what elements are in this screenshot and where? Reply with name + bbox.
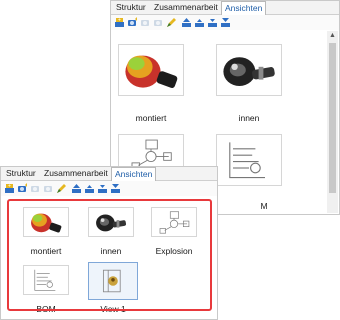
camera-disabled-icon[interactable] (30, 183, 41, 194)
move-up-icon[interactable] (194, 17, 205, 28)
camera-disabled-2-icon[interactable] (43, 183, 54, 194)
view-thumbnail-innen[interactable] (216, 44, 282, 96)
svg-text:+: + (118, 18, 121, 24)
tab-struktur[interactable]: Struktur (3, 167, 39, 180)
add-view-icon[interactable]: + (4, 183, 15, 194)
tab-zusammenarbeit[interactable]: Zusammenarbeit (151, 1, 221, 14)
tab-ansichten[interactable]: Ansichten (111, 167, 157, 181)
scroll-up-icon[interactable]: ▲ (327, 31, 338, 40)
interior-device-icon (217, 45, 281, 95)
tab-bar: Struktur Zusammenarbeit Ansichten (1, 167, 217, 181)
tab-struktur[interactable]: Struktur (113, 1, 149, 14)
view-label: M (260, 201, 268, 211)
move-last-icon[interactable] (220, 17, 231, 28)
move-down-icon[interactable] (97, 183, 108, 194)
views-toolbar: + (1, 181, 217, 196)
move-up-icon[interactable] (84, 183, 95, 194)
edit-view-icon[interactable] (166, 17, 177, 28)
tab-bar: Struktur Zusammenarbeit Ansichten (111, 1, 339, 15)
view-label: montiert (135, 113, 167, 123)
views-toolbar: + (111, 15, 339, 30)
svg-text:+: + (8, 184, 11, 190)
bom-drawing-icon (217, 135, 281, 185)
add-view-icon[interactable]: + (114, 17, 125, 28)
highlight-frame (7, 199, 212, 311)
camera-disabled-icon[interactable] (140, 17, 151, 28)
edit-view-icon[interactable] (56, 183, 67, 194)
assembled-device-icon (119, 45, 183, 95)
move-last-icon[interactable] (110, 183, 121, 194)
vertical-scrollbar[interactable]: ▲ (327, 31, 338, 213)
tab-ansichten[interactable]: Ansichten (221, 1, 267, 15)
camera-view-icon[interactable] (17, 183, 28, 194)
camera-disabled-2-icon[interactable] (153, 17, 164, 28)
move-down-icon[interactable] (207, 17, 218, 28)
camera-view-icon[interactable] (127, 17, 138, 28)
tab-zusammenarbeit[interactable]: Zusammenarbeit (41, 167, 111, 180)
view-thumbnail-bom[interactable] (216, 134, 282, 186)
scrollbar-thumb[interactable] (329, 43, 336, 193)
view-thumbnail-montiert[interactable] (118, 44, 184, 96)
move-first-icon[interactable] (181, 17, 192, 28)
front-views-panel: Struktur Zusammenarbeit Ansichten + mont… (0, 166, 218, 320)
view-label: innen (238, 113, 260, 123)
move-first-icon[interactable] (71, 183, 82, 194)
